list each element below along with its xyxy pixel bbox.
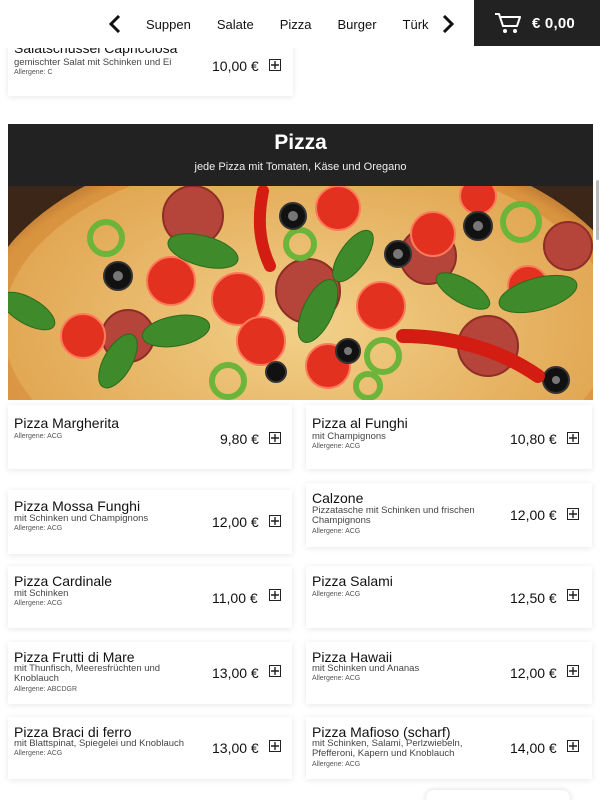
menu-item-card: Calzone Pizzatasche mit Schinken und fri… — [306, 483, 592, 547]
item-allergens: Allergene: ACG — [312, 761, 361, 768]
section-subtitle: jede Pizza mit Tomaten, Käse und Oregano — [194, 161, 407, 173]
item-price: 12,00 € — [510, 507, 557, 523]
top-navigation-bar: Suppen Salate Pizza Burger Türk € 0,00 — [0, 0, 600, 48]
pizza-hero-image — [8, 186, 593, 400]
scrollbar[interactable] — [596, 180, 599, 240]
item-name: Pizza Margherita — [14, 415, 120, 431]
shopping-cart-icon — [495, 13, 521, 33]
item-price: 13,00 € — [212, 665, 259, 681]
item-price: 12,50 € — [510, 590, 557, 606]
item-allergens: Allergene: ACG — [312, 591, 361, 598]
item-description: mit Thunfisch, Meeresfrüchten und Knobla… — [14, 663, 161, 684]
category-pizza[interactable]: Pizza — [280, 17, 312, 32]
item-name: Pizza Mossa Funghi — [14, 498, 141, 514]
item-allergens: Allergene: ABCDGR — [14, 686, 78, 693]
plus-icon — [271, 591, 279, 599]
item-price: 14,00 € — [510, 740, 557, 756]
item-name: Calzone — [312, 490, 364, 506]
add-to-cart-button[interactable] — [567, 589, 579, 601]
item-price: 12,00 € — [212, 514, 259, 530]
add-to-cart-button[interactable] — [269, 589, 281, 601]
plus-icon — [271, 667, 279, 675]
plus-icon — [271, 742, 279, 750]
chevron-right-icon[interactable] — [437, 12, 459, 36]
menu-item-card: Pizza Mossa Funghi mit Schinken und Cham… — [8, 490, 292, 554]
item-allergens: Allergene: C — [14, 69, 53, 76]
menu-item-card: Pizza Frutti di Mare mit Thunfisch, Meer… — [8, 642, 292, 704]
item-allergens: Allergene: ACG — [14, 750, 63, 757]
plus-icon — [569, 667, 577, 675]
item-price: 9,80 € — [220, 431, 259, 447]
add-to-cart-button[interactable] — [567, 740, 579, 752]
category-salate[interactable]: Salate — [217, 17, 254, 32]
cart-button[interactable]: € 0,00 — [474, 0, 600, 46]
item-allergens: Allergene: ACG — [14, 525, 63, 532]
item-description: mit Schinken, Salami, Perlzwiebeln, Pfef… — [312, 738, 463, 759]
item-allergens: Allergene: ACG — [312, 443, 361, 450]
item-price: 12,00 € — [510, 665, 557, 681]
item-name: Pizza Salami — [312, 573, 393, 589]
item-allergens: Allergene: ACG — [14, 600, 63, 607]
add-to-cart-button[interactable] — [269, 515, 281, 527]
item-price: 13,00 € — [212, 740, 259, 756]
menu-item-card: Pizza Mafioso (scharf) mit Schinken, Sal… — [306, 717, 592, 779]
item-description: mit Schinken — [14, 588, 69, 599]
add-to-cart-button[interactable] — [269, 59, 281, 71]
item-description: Pizzatasche mit Schinken und frischen Ch… — [312, 505, 475, 526]
menu-item-card: Pizza Cardinale mit Schinken Allergene: … — [8, 566, 292, 628]
add-to-cart-button[interactable] — [269, 740, 281, 752]
item-price: 10,80 € — [510, 431, 557, 447]
plus-icon — [271, 434, 279, 442]
item-description: mit Champignons — [312, 431, 386, 442]
add-to-cart-button[interactable] — [269, 665, 281, 677]
item-description: mit Schinken und Champignons — [14, 513, 149, 524]
item-allergens: Allergene: ACG — [312, 528, 361, 535]
section-title: Pizza — [274, 131, 327, 154]
section-header: Pizza jede Pizza mit Tomaten, Käse und O… — [8, 124, 593, 186]
menu-item-card: Pizza al Funghi mit Champignons Allergen… — [306, 405, 592, 469]
item-name: Pizza Cardinale — [14, 573, 113, 589]
plus-icon — [271, 61, 279, 69]
category-burger[interactable]: Burger — [338, 17, 377, 32]
item-price: 10,00 € — [212, 58, 259, 74]
plus-icon — [569, 434, 577, 442]
category-turk[interactable]: Türk — [403, 17, 429, 32]
item-allergens: Allergene: ACG — [14, 433, 63, 440]
item-description: gemischter Salat mit Schinken und Ei — [14, 57, 172, 68]
menu-item-card: Pizza Braci di ferro mit Blattspinat, Sp… — [8, 717, 292, 779]
menu-item-card: Pizza Salami Allergene: ACG 12,50 € — [306, 566, 592, 628]
menu-item-card: Pizza Hawaii mit Schinken und Ananas All… — [306, 642, 592, 704]
category-list: Suppen Salate Pizza Burger Türk — [146, 0, 455, 48]
item-description: mit Schinken und Ananas — [312, 663, 420, 674]
add-to-cart-button[interactable] — [269, 432, 281, 444]
plus-icon — [271, 517, 279, 525]
menu-item-card: Pizza Margherita Allergene: ACG 9,80 € — [8, 405, 292, 469]
item-description: mit Blattspinat, Spiegelei und Knoblauch — [14, 738, 185, 749]
add-to-cart-button[interactable] — [567, 508, 579, 520]
add-to-cart-button[interactable] — [567, 432, 579, 444]
add-to-cart-button[interactable] — [567, 665, 579, 677]
cart-total: € 0,00 — [532, 14, 575, 32]
plus-icon — [569, 591, 577, 599]
chevron-left-icon[interactable] — [104, 12, 126, 36]
item-price: 11,00 € — [212, 590, 258, 606]
item-allergens: Allergene: ACG — [312, 675, 361, 682]
plus-icon — [569, 510, 577, 518]
item-name: Pizza al Funghi — [312, 415, 408, 431]
plus-icon — [569, 742, 577, 750]
bottom-floating-panel — [426, 790, 570, 800]
category-suppen[interactable]: Suppen — [146, 17, 191, 32]
